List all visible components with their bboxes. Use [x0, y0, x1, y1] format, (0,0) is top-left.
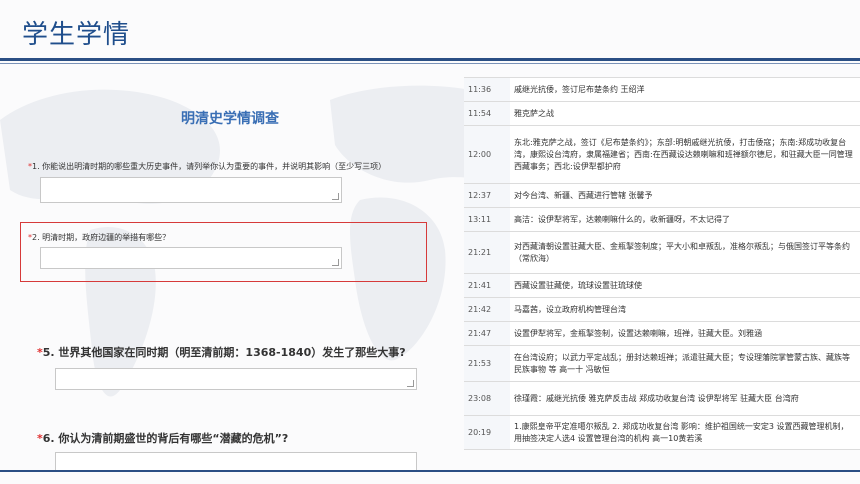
response-time: 21:21 — [464, 231, 510, 274]
response-time: 21:41 — [464, 273, 510, 298]
response-time: 23:08 — [464, 381, 510, 416]
response-time: 21:53 — [464, 345, 510, 382]
answer-1-textarea[interactable] — [40, 177, 342, 203]
header-rule — [0, 58, 860, 61]
response-text: 徐瑾霞：戚继光抗倭 雅克萨反击战 郑成功收复台湾 设伊犁将军 驻藏大臣 台湾府 — [510, 381, 860, 416]
response-time: 13:11 — [464, 207, 510, 232]
response-text: 对今台湾、新疆、西藏进行管辖 张馨予 — [510, 183, 860, 208]
footer-rule — [0, 470, 860, 472]
response-text: 雅克萨之战 — [510, 101, 860, 126]
question-1-text: 1. 你能说出明清时期的哪些重大历史事件，请列举你认为重要的事件，并说明其影响（… — [32, 162, 387, 171]
response-time: 11:54 — [464, 101, 510, 126]
response-text: 东北:雅克萨之战，签订《尼布楚条约》；东部:明朝戚继光抗倭，打击倭寇；东南:郑成… — [510, 125, 860, 184]
table-row: 11:54 雅克萨之战 — [464, 101, 860, 126]
answer-5-textarea[interactable] — [55, 368, 417, 390]
response-text: 戚继光抗倭，签订尼布楚条约 王绍洋 — [510, 77, 860, 102]
response-time: 12:37 — [464, 183, 510, 208]
table-row: 21:21 对西藏清朝设置驻藏大臣、金瓶掣签制度；平大小和卓叛乱，准格尔叛乱；与俄… — [464, 231, 860, 274]
table-row: 13:11 高洁：设伊犁将军，达赖喇嘛什么的，收新疆呀，不太记得了 — [464, 207, 860, 232]
response-text: 高洁：设伊犁将军，达赖喇嘛什么的，收新疆呀，不太记得了 — [510, 207, 860, 232]
survey-title: 明清史学情调查 — [181, 111, 279, 127]
question-5: *5. 世界其他国家在同时期（明至清前期：1368-1840）发生了那些大事? — [37, 344, 406, 360]
question-6-text: 6. 你认为清前期盛世的背后有哪些“潜藏的危机”? — [42, 432, 289, 445]
table-row: 21:41 西藏设置驻藏使，琉球设置驻琉球使 — [464, 273, 860, 298]
answer-6-textarea[interactable] — [55, 452, 417, 472]
response-time: 11:36 — [464, 77, 510, 102]
table-row: 20:19 1.康熙皇帝平定准噶尔叛乱 2. 郑成功收复台湾 影响：维护祖国统一安… — [464, 415, 860, 450]
table-row: 23:08 徐瑾霞：戚继光抗倭 雅克萨反击战 郑成功收复台湾 设伊犁将军 驻藏大臣… — [464, 381, 860, 416]
question-6: *6. 你认为清前期盛世的背后有哪些“潜藏的危机”? — [37, 430, 288, 446]
header-rule-thin — [0, 63, 860, 64]
resize-grip-icon[interactable] — [332, 193, 339, 200]
response-text: 对西藏清朝设置驻藏大臣、金瓶掣签制度；平大小和卓叛乱，准格尔叛乱；与俄国签订平等… — [510, 231, 860, 274]
response-time: 20:19 — [464, 415, 510, 450]
response-text: 设置伊犁将军，金瓶掣签制，设置达赖喇嘛，班禅，驻藏大臣。刘雅涵 — [510, 321, 860, 346]
question-1: *1. 你能说出明清时期的哪些重大历史事件，请列举你认为重要的事件，并说明其影响… — [28, 161, 386, 172]
response-text: 在台湾设府；以武力平定战乱；册封达赖班禅；派遣驻藏大臣；专设理藩院掌管蒙古族、藏… — [510, 345, 860, 382]
response-time: 21:47 — [464, 321, 510, 346]
slide-title: 学生学情 — [22, 20, 131, 50]
response-text: 马嘉茜，设立政府机构管理台湾 — [510, 297, 860, 322]
responses-table: 11:36 戚继光抗倭，签订尼布楚条约 王绍洋 11:54 雅克萨之战 12:00 东… — [464, 77, 860, 450]
table-row: 12:37 对今台湾、新疆、西藏进行管辖 张馨予 — [464, 183, 860, 208]
table-row: 21:47 设置伊犁将军，金瓶掣签制，设置达赖喇嘛，班禅，驻藏大臣。刘雅涵 — [464, 321, 860, 346]
table-row: 21:42 马嘉茜，设立政府机构管理台湾 — [464, 297, 860, 322]
response-time: 21:42 — [464, 297, 510, 322]
response-text: 1.康熙皇帝平定准噶尔叛乱 2. 郑成功收复台湾 影响：维护祖国统一安定3 设置… — [510, 415, 860, 450]
question-5-text: 5. 世界其他国家在同时期（明至清前期：1368-1840）发生了那些大事? — [42, 346, 406, 359]
response-time: 12:00 — [464, 125, 510, 184]
highlight-box — [20, 222, 427, 282]
response-text: 西藏设置驻藏使，琉球设置驻琉球使 — [510, 273, 860, 298]
table-row: 12:00 东北:雅克萨之战，签订《尼布楚条约》；东部:明朝戚继光抗倭，打击倭寇；… — [464, 125, 860, 184]
table-row: 21:53 在台湾设府；以武力平定战乱；册封达赖班禅；派遣驻藏大臣；专设理藩院掌管… — [464, 345, 860, 382]
resize-grip-icon[interactable] — [407, 380, 414, 387]
table-row: 11:36 戚继光抗倭，签订尼布楚条约 王绍洋 — [464, 77, 860, 102]
